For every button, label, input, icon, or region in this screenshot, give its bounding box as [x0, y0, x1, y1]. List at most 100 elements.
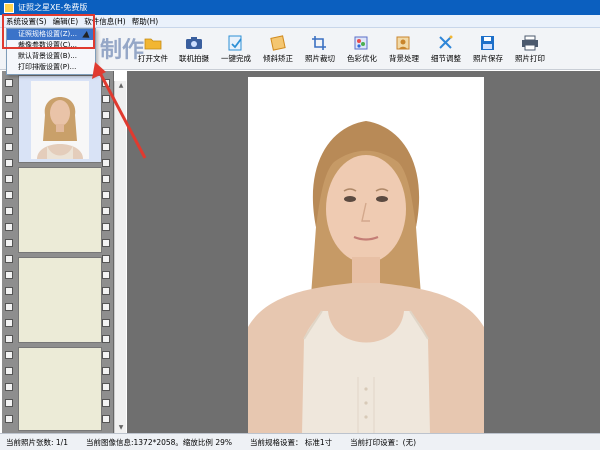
film-perforation	[5, 143, 13, 151]
folder-icon	[144, 35, 162, 51]
background-icon	[395, 35, 413, 51]
film-perforation	[102, 415, 110, 423]
one-click-button[interactable]: 一键完成	[214, 35, 258, 67]
menu-bar: 系统设置(S) 编辑(E) 软件信息(H) 帮助(H)	[0, 15, 600, 28]
film-perforation	[5, 175, 13, 183]
film-perforation	[5, 287, 13, 295]
film-perforation	[102, 271, 110, 279]
status-image-info: 当前图像信息:1372*2058。缩放比例 29%	[85, 437, 232, 447]
film-perforation	[5, 415, 13, 423]
photo-workspace	[127, 71, 600, 434]
film-perforation	[5, 335, 13, 343]
one-click-label: 一键完成	[221, 54, 251, 63]
film-perforation	[5, 303, 13, 311]
thumbnail-frame-1[interactable]	[18, 75, 102, 163]
menu-item-print-layout[interactable]: 打印排版设置(P)...	[7, 62, 95, 73]
color-optimize-label: 色彩优化	[347, 54, 377, 63]
film-perforation	[102, 367, 110, 375]
film-perforation	[5, 271, 13, 279]
film-perforation	[5, 207, 13, 215]
print-icon	[521, 35, 539, 51]
background-process-button[interactable]: 背景处理	[382, 35, 426, 67]
film-perforation	[5, 159, 13, 167]
scrollbar-track[interactable]	[115, 91, 126, 423]
thumbnail-strip	[2, 71, 114, 433]
tethered-shoot-button[interactable]: 联机拍摄	[172, 35, 216, 67]
print-photo-label: 照片打印	[515, 54, 545, 63]
tilt-correct-icon	[269, 35, 287, 51]
menu-item-crop-params[interactable]: 裁像参数设置(C)...	[7, 40, 95, 51]
color-optimize-icon	[353, 35, 371, 51]
color-optimize-button[interactable]: 色彩优化	[340, 35, 384, 67]
film-perforation	[102, 207, 110, 215]
film-perforation	[102, 383, 110, 391]
tilt-correct-label: 倾斜矫正	[263, 54, 293, 63]
scroll-down-icon[interactable]: ▼	[115, 423, 127, 433]
film-perforation	[102, 255, 110, 263]
film-perforation	[5, 127, 13, 135]
save-photo-button[interactable]: 照片保存	[466, 35, 510, 67]
menu-software-info[interactable]: 软件信息(H)	[81, 15, 129, 28]
one-click-icon	[227, 35, 245, 51]
status-bar: 当前照片张数: 1/1 当前图像信息:1372*2058。缩放比例 29% 当前…	[0, 433, 600, 450]
film-perforation	[102, 127, 110, 135]
crop-label: 照片裁切	[305, 54, 335, 63]
status-photo-count: 当前照片张数: 1/1	[6, 437, 68, 447]
menu-item-default-background[interactable]: 默认背景设置(B)...	[7, 51, 95, 62]
film-perforation	[5, 399, 13, 407]
thumbnail-frame-4[interactable]	[18, 347, 102, 431]
app-icon	[4, 2, 14, 13]
status-print-setting: 当前打印设置：(无)	[350, 437, 417, 447]
thumbnail-frame-2[interactable]	[18, 167, 102, 253]
film-perforation	[102, 351, 110, 359]
film-perforation	[102, 399, 110, 407]
film-perforation	[102, 111, 110, 119]
thumbnail-photo	[31, 81, 89, 159]
film-perforation	[5, 79, 13, 87]
main-photo[interactable]	[248, 77, 484, 434]
tethered-shoot-label: 联机拍摄	[179, 54, 209, 63]
film-perforation	[102, 143, 110, 151]
menu-help[interactable]: 帮助(H)	[129, 15, 162, 28]
window-title: 证照之星XE-免费版	[18, 3, 88, 12]
scroll-up-icon[interactable]: ▲	[115, 81, 127, 91]
save-photo-label: 照片保存	[473, 54, 503, 63]
film-perforation	[5, 351, 13, 359]
menu-system-settings[interactable]: 系统设置(S)	[3, 15, 50, 28]
menu-item-spec-settings[interactable]: 证照规格设置(Z)...	[7, 29, 95, 40]
film-perforation	[102, 335, 110, 343]
detail-adjust-icon	[437, 35, 455, 51]
film-perforation	[5, 367, 13, 375]
crop-icon	[311, 35, 329, 51]
film-perforation	[5, 383, 13, 391]
menu-edit[interactable]: 编辑(E)	[50, 15, 82, 28]
detail-adjust-label: 细节调整	[431, 54, 461, 63]
film-perforation	[102, 303, 110, 311]
background-process-label: 背景处理	[389, 54, 419, 63]
film-perforation	[5, 111, 13, 119]
tilt-correct-button[interactable]: 倾斜矫正	[256, 35, 300, 67]
film-perforation	[5, 319, 13, 327]
film-perforation	[5, 95, 13, 103]
thumbnail-scrollbar[interactable]: ▲ ▼	[114, 81, 126, 433]
film-perforation	[102, 287, 110, 295]
status-spec: 当前规格设置： 标准1寸	[250, 437, 333, 447]
thumbnail-frame-3[interactable]	[18, 257, 102, 343]
film-perforation	[102, 79, 110, 87]
film-perforation	[102, 159, 110, 167]
open-file-button[interactable]: 打开文件	[131, 35, 175, 67]
film-perforation	[102, 223, 110, 231]
open-file-label: 打开文件	[138, 54, 168, 63]
film-perforation	[102, 191, 110, 199]
film-perforation	[102, 175, 110, 183]
film-perforation	[5, 255, 13, 263]
crop-button[interactable]: 照片裁切	[298, 35, 342, 67]
film-perforation	[102, 95, 110, 103]
film-perforation	[102, 319, 110, 327]
print-photo-button[interactable]: 照片打印	[508, 35, 552, 67]
detail-adjust-button[interactable]: 细节调整	[424, 35, 468, 67]
title-bar: 证照之星XE-免费版	[0, 0, 600, 15]
film-perforation	[5, 191, 13, 199]
camera-icon	[185, 35, 203, 51]
film-perforation	[102, 239, 110, 247]
